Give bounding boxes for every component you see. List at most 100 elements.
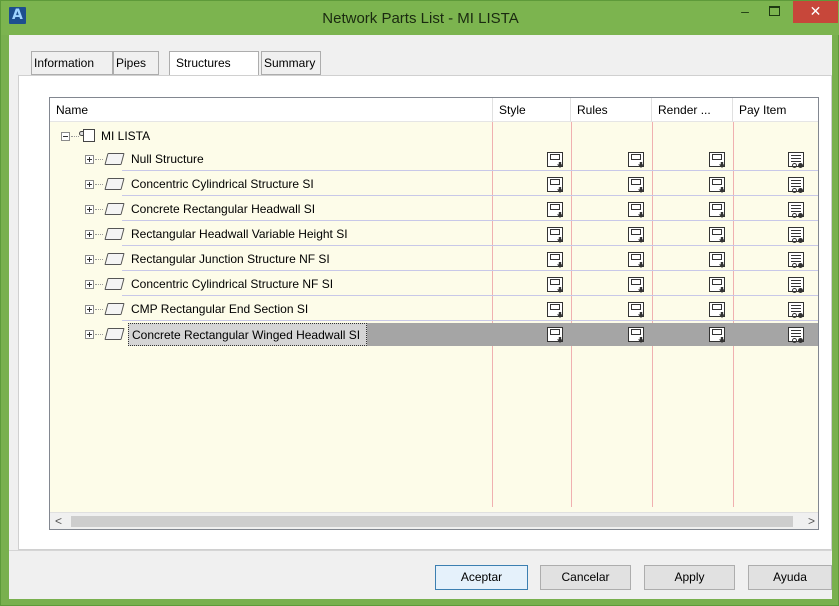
folder-icon (104, 178, 125, 190)
pay-item-icon[interactable] (788, 177, 804, 193)
save-disk-icon[interactable] (709, 302, 725, 317)
structures-tree-list[interactable]: Name Style Rules Render ... Pay Item MI … (49, 97, 819, 530)
save-disk-icon[interactable] (709, 327, 725, 342)
save-disk-icon[interactable] (709, 152, 725, 167)
column-header-render[interactable]: Render ... (652, 98, 733, 122)
tree-item-row[interactable]: Rectangular Headwall Variable Height SI (50, 223, 818, 246)
save-disk-icon[interactable] (628, 177, 644, 192)
save-disk-icon[interactable] (709, 277, 725, 292)
tree-item-row[interactable]: Concrete Rectangular Headwall SI (50, 198, 818, 221)
tree-connector (71, 136, 79, 137)
tab-structures[interactable]: Structures (169, 51, 259, 76)
save-disk-icon[interactable] (628, 277, 644, 292)
column-header-name[interactable]: Name (50, 98, 493, 122)
column-header-rules[interactable]: Rules (571, 98, 652, 122)
expand-icon[interactable] (85, 255, 94, 264)
tree-item-row[interactable]: Concentric Cylindrical Structure SI (50, 173, 818, 196)
folder-icon (104, 278, 125, 290)
save-disk-icon[interactable] (547, 252, 563, 267)
save-disk-icon[interactable] (547, 327, 563, 342)
window-title: Network Parts List - MI LISTA (322, 10, 519, 27)
save-disk-icon[interactable] (547, 277, 563, 292)
expand-icon[interactable] (85, 155, 94, 164)
tree-connector (95, 309, 103, 310)
minimize-button[interactable]: – (731, 1, 759, 23)
tree-root-row[interactable]: MI LISTA (50, 125, 818, 148)
folder-icon (104, 228, 125, 240)
save-disk-icon[interactable] (709, 177, 725, 192)
pay-item-icon[interactable] (788, 277, 804, 293)
save-disk-icon[interactable] (628, 227, 644, 242)
expand-icon[interactable] (85, 180, 94, 189)
expand-icon[interactable] (85, 280, 94, 289)
tree-item-label: CMP Rectangular End Section SI (131, 302, 309, 316)
tree-item-label: Concrete Rectangular Headwall SI (131, 202, 316, 216)
tree-item-row[interactable]: Concrete Rectangular Winged Headwall SI (50, 323, 818, 346)
tree-item-label: Rectangular Headwall Variable Height SI (131, 227, 348, 241)
save-disk-icon[interactable] (628, 252, 644, 267)
tree-item-row[interactable]: Null Structure (50, 148, 818, 171)
tree-item-label: Rectangular Junction Structure NF SI (131, 252, 330, 266)
maximize-button[interactable] (761, 1, 789, 23)
title-bar[interactable]: Network Parts List - MI LISTA – ✕ (1, 1, 839, 35)
scrollbar-thumb[interactable] (71, 516, 793, 527)
save-disk-icon[interactable] (709, 202, 725, 217)
tree-connector (95, 259, 103, 260)
collapse-icon[interactable] (61, 132, 70, 141)
pay-item-icon[interactable] (788, 227, 804, 243)
folder-icon (104, 203, 125, 215)
expand-icon[interactable] (85, 230, 94, 239)
save-disk-icon[interactable] (547, 202, 563, 217)
tree-item-label: Concrete Rectangular Winged Headwall SI (128, 323, 368, 346)
pay-item-icon[interactable] (788, 152, 804, 168)
save-disk-icon[interactable] (628, 302, 644, 317)
expand-icon[interactable] (85, 205, 94, 214)
pay-item-icon[interactable] (788, 327, 804, 343)
tree-item-row[interactable]: Concentric Cylindrical Structure NF SI (50, 273, 818, 296)
pay-item-icon[interactable] (788, 252, 804, 268)
tree-connector (95, 159, 103, 160)
expand-icon[interactable] (85, 305, 94, 314)
save-disk-icon[interactable] (547, 152, 563, 167)
column-header-pay-item[interactable]: Pay Item (733, 98, 818, 122)
save-disk-icon[interactable] (709, 227, 725, 242)
scroll-left-button[interactable]: < (50, 513, 67, 529)
tree-connector (95, 184, 103, 185)
help-button[interactable]: Ayuda (748, 565, 832, 590)
close-button[interactable]: ✕ (793, 1, 838, 23)
folder-icon (104, 153, 125, 165)
folder-icon (104, 328, 125, 340)
list-header: Name Style Rules Render ... Pay Item (50, 98, 818, 122)
pay-item-icon[interactable] (788, 202, 804, 218)
tab-pipes[interactable]: Pipes (113, 51, 159, 75)
tree-root-label: MI LISTA (101, 129, 151, 143)
scroll-right-button[interactable]: > (803, 513, 818, 529)
tab-information[interactable]: Information (31, 51, 113, 75)
column-header-style[interactable]: Style (493, 98, 571, 122)
save-disk-icon[interactable] (547, 302, 563, 317)
save-disk-icon[interactable] (628, 152, 644, 167)
tree-item-label: Concentric Cylindrical Structure SI (131, 177, 314, 191)
tree-connector (95, 209, 103, 210)
cancel-button[interactable]: Cancelar (540, 565, 631, 590)
pay-item-icon[interactable] (788, 302, 804, 318)
tree-item-row[interactable]: Rectangular Junction Structure NF SI (50, 248, 818, 271)
footer-divider (9, 550, 832, 551)
tree-item-label: Concentric Cylindrical Structure NF SI (131, 277, 334, 291)
accept-button[interactable]: Aceptar (435, 565, 528, 590)
apply-button[interactable]: Apply (644, 565, 735, 590)
dialog-window: Network Parts List - MI LISTA – ✕ Inform… (0, 0, 839, 606)
tab-summary[interactable]: Summary (261, 51, 321, 75)
tree-connector (95, 334, 103, 335)
tree-item-label: Null Structure (131, 152, 204, 166)
horizontal-scrollbar[interactable]: < > (50, 512, 818, 529)
tree-item-row[interactable]: CMP Rectangular End Section SI (50, 298, 818, 321)
tree-connector (95, 284, 103, 285)
expand-icon[interactable] (85, 330, 94, 339)
parts-list-icon (79, 128, 97, 143)
save-disk-icon[interactable] (709, 252, 725, 267)
save-disk-icon[interactable] (628, 327, 644, 342)
save-disk-icon[interactable] (547, 177, 563, 192)
save-disk-icon[interactable] (628, 202, 644, 217)
save-disk-icon[interactable] (547, 227, 563, 242)
